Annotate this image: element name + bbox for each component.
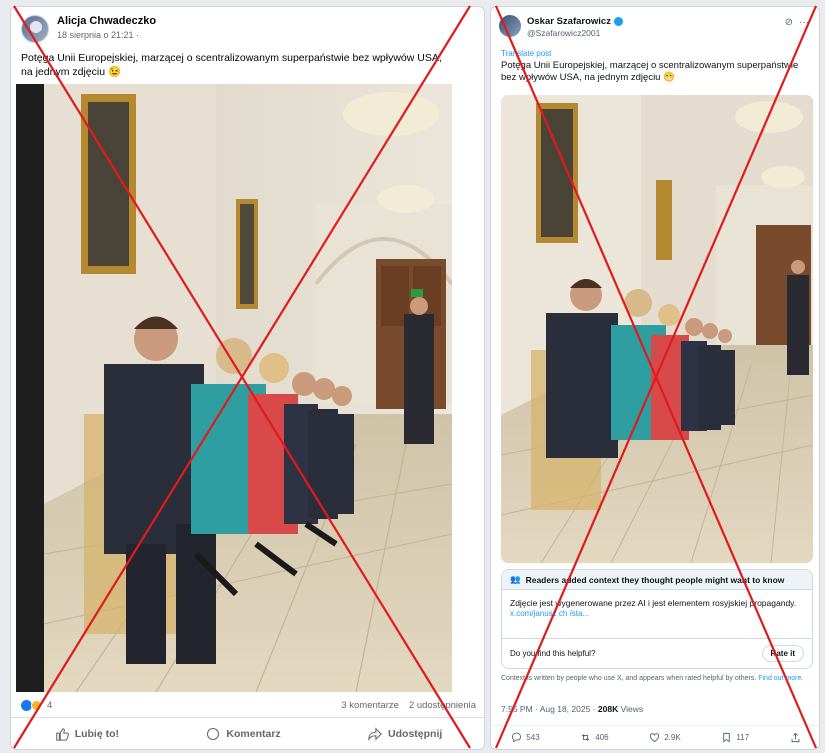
post-photo[interactable]	[16, 84, 452, 692]
community-note-header: 👥 Readers added context they thought peo…	[502, 570, 812, 590]
share-label: Udostępnij	[388, 727, 443, 740]
share-icon	[368, 726, 382, 741]
post-photo[interactable]	[501, 95, 813, 563]
post-action-bar: Lubię to! Komentarz Udostępnij	[11, 717, 484, 749]
bookmark-button[interactable]: 117	[721, 732, 749, 743]
repost-icon	[582, 734, 590, 741]
author-name[interactable]: Alicja Chwadeczko	[57, 15, 156, 27]
community-note-footer: Do you find this helpful? Rate it	[502, 638, 812, 668]
author-avatar[interactable]	[21, 15, 49, 43]
like-label: Lubię to!	[74, 727, 120, 740]
grok-icon[interactable]: ⊘	[785, 17, 793, 28]
author-handle[interactable]: @Szafarowicz2001	[527, 28, 600, 38]
repost-button[interactable]: 406	[580, 732, 609, 743]
comparison-canvas: Alicja Chwadeczko 18 sierpnia o 21:21 · …	[0, 0, 825, 753]
views-count: 208K	[597, 704, 619, 714]
like-button[interactable]: Lubię to!	[55, 727, 119, 741]
translate-post-link[interactable]: Translate post	[501, 49, 551, 58]
reply-icon	[512, 732, 522, 743]
reactions-summary[interactable]: 4	[21, 699, 53, 711]
reply-button[interactable]: 543	[511, 732, 540, 743]
author-meta: Alicja Chwadeczko 18 sierpnia o 21:21 ·	[57, 15, 156, 40]
post-stats: 4 3 komentarze 2 udostępnienia	[21, 697, 476, 713]
like-button[interactable]: 2.9K	[649, 732, 681, 743]
share-button[interactable]	[790, 732, 801, 743]
reply-count: 543	[526, 733, 540, 742]
author-name[interactable]: Oskar Szafarowicz	[527, 16, 611, 27]
share-button[interactable]: Udostępnij	[368, 726, 443, 741]
haha-reaction-icon	[31, 699, 42, 711]
author-name-row: Oskar Szafarowicz	[527, 16, 623, 27]
engagement-counts: 3 komentarze 2 udostępnienia	[341, 700, 476, 711]
bookmark-count: 117	[736, 733, 750, 742]
post-engagement-bar: 543 406 2.9K 117	[491, 725, 819, 749]
reactions-count: 4	[47, 699, 53, 711]
x-post-card: Oskar Szafarowicz @Szafarowicz2001 ⊘ ···…	[490, 6, 820, 750]
helpful-question: Do you find this helpful?	[510, 649, 596, 658]
hallway-photo-illustration	[501, 95, 813, 563]
heart-icon	[650, 733, 660, 743]
community-note-body: Zdjęcie jest wygenerowane przez AI i jes…	[510, 598, 797, 608]
community-note: 👥 Readers added context they thought peo…	[501, 569, 813, 669]
comments-count[interactable]: 3 komentarze	[341, 700, 399, 711]
thumbs-up-icon	[55, 727, 69, 741]
comment-icon	[207, 727, 220, 740]
disclaimer-text: Context is written by people who use X, …	[501, 675, 757, 682]
community-note-disclaimer: Context is written by people who use X, …	[501, 674, 813, 683]
repost-count: 406	[595, 733, 609, 742]
hallway-photo-illustration	[16, 84, 452, 692]
rate-it-button[interactable]: Rate it	[761, 645, 804, 662]
views-label: Views	[620, 704, 644, 714]
find-out-more-link[interactable]: Find out more.	[758, 675, 803, 682]
like-count: 2.9K	[664, 733, 681, 742]
post-top-icons: ⊘ ···	[785, 17, 809, 28]
post-timestamp: 7:55 PM · Aug 18, 2025 · 208K Views	[501, 704, 643, 714]
post-text: Potęga Unii Europejskiej, marzącej o sce…	[21, 52, 442, 78]
comment-label: Komentarz	[226, 727, 281, 740]
timestamp-text[interactable]: 7:55 PM · Aug 18, 2025 ·	[501, 704, 596, 714]
shares-count[interactable]: 2 udostępnienia	[409, 700, 476, 711]
facebook-post-card: Alicja Chwadeczko 18 sierpnia o 21:21 · …	[10, 6, 485, 750]
verified-badge-icon	[613, 17, 623, 26]
community-note-link[interactable]: x.com/janusz ch /sta...	[502, 609, 812, 618]
community-note-heading: Readers added context they thought peopl…	[525, 574, 785, 585]
bookmark-icon	[723, 732, 731, 743]
more-options-icon[interactable]: ···	[799, 17, 809, 28]
share-icon	[791, 732, 800, 743]
post-header: Alicja Chwadeczko 18 sierpnia o 21:21 ·	[21, 15, 156, 43]
people-icon: 👥	[510, 574, 521, 584]
author-avatar[interactable]	[499, 15, 521, 37]
post-text: Potęga Unii Europejskiej, marzącej o sce…	[501, 60, 799, 83]
post-date[interactable]: 18 sierpnia o 21:21 ·	[57, 30, 156, 40]
comment-button[interactable]: Komentarz	[206, 727, 281, 741]
